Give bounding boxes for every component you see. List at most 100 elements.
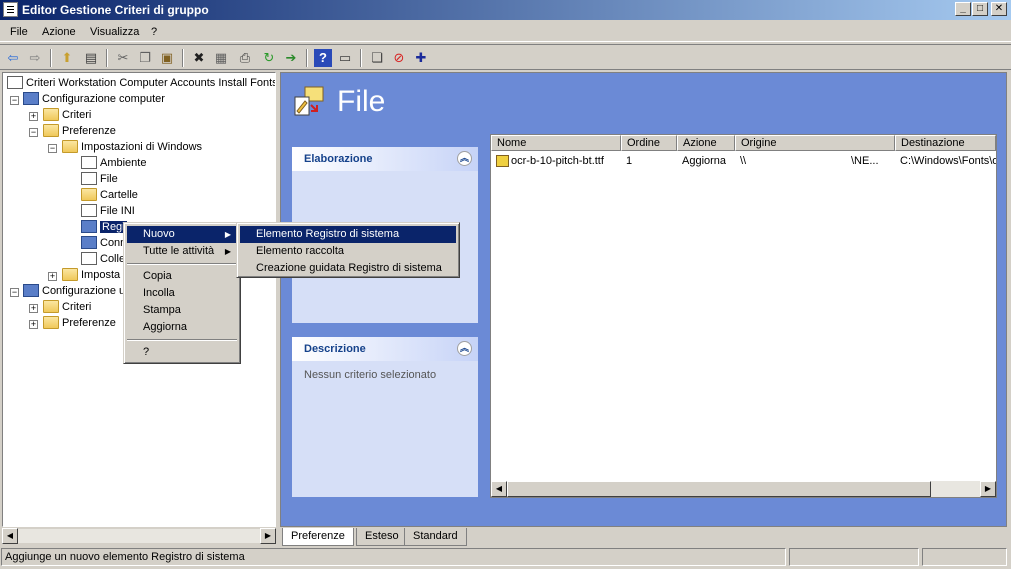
control-panel-icon — [62, 267, 78, 281]
tree-file[interactable]: File — [81, 171, 118, 187]
maximize-button[interactable]: □ — [972, 2, 988, 16]
expand-toggle[interactable]: + — [29, 112, 38, 121]
elaborazione-header[interactable]: Elaborazione ︽ — [292, 147, 478, 171]
toolbar-separator — [106, 49, 108, 67]
help-icon[interactable]: ? — [314, 49, 332, 67]
folder-icon — [43, 299, 59, 313]
export-icon[interactable]: ➔ — [282, 49, 300, 67]
menu-item-help[interactable]: ? — [127, 344, 237, 361]
back-icon[interactable]: ⇦ — [4, 49, 22, 67]
tree-criteri[interactable]: Criteri — [43, 107, 91, 123]
column-destinazione[interactable]: Destinazione — [895, 135, 996, 151]
expand-toggle[interactable]: + — [29, 304, 38, 313]
forward-icon[interactable]: ⇨ — [26, 49, 44, 67]
menu-item-elemento-registro[interactable]: Elemento Registro di sistema — [240, 226, 456, 243]
collapse-toggle[interactable]: − — [29, 128, 38, 137]
menu-item-aggiorna[interactable]: Aggiorna — [127, 319, 237, 336]
menu-item-creazione-guidata[interactable]: Creazione guidata Registro di sistema — [240, 260, 456, 277]
up-icon[interactable]: ⬆ — [58, 49, 76, 67]
scroll-left-button[interactable]: ◀ — [491, 481, 507, 497]
menu-azione[interactable]: Azione — [42, 26, 76, 38]
scroll-right-button[interactable]: ▶ — [980, 481, 996, 497]
minimize-button[interactable]: _ — [955, 2, 971, 16]
tree-ambiente[interactable]: Ambiente — [81, 155, 146, 171]
ini-file-icon — [81, 203, 97, 217]
tree-file-ini[interactable]: File INI — [81, 203, 135, 219]
menu-item-copia[interactable]: Copia — [127, 268, 237, 285]
cut-icon[interactable]: ✂ — [114, 49, 132, 67]
menu-help[interactable]: ? — [151, 26, 157, 38]
status-panel-3 — [922, 548, 1007, 566]
descrizione-text: Nessun criterio selezionato — [304, 369, 437, 381]
toolbar-separator — [306, 49, 308, 67]
close-button[interactable]: ✕ — [991, 2, 1007, 16]
expand-toggle[interactable]: + — [48, 272, 57, 281]
tab-preferenze[interactable]: Preferenze — [282, 528, 354, 546]
column-ordine[interactable]: Ordine — [621, 135, 677, 151]
menu-item-nuovo[interactable]: Nuovo ▶ — [127, 226, 237, 243]
stop-icon[interactable]: ⊘ — [390, 49, 408, 67]
tab-standard[interactable]: Standard — [404, 528, 467, 546]
file-preferences-icon — [294, 86, 324, 116]
view-tabs: Preferenze Esteso Standard — [280, 528, 1007, 546]
delete-icon[interactable]: ✖ — [190, 49, 208, 67]
collapse-toggle[interactable]: − — [48, 144, 57, 153]
list-horizontal-scrollbar[interactable]: ◀ ▶ — [491, 481, 996, 497]
context-menu: Nuovo ▶ Tutte le attività ▶ Copia Incolla … — [123, 222, 241, 364]
column-origine[interactable]: Origine — [735, 135, 895, 151]
status-panel-2 — [789, 548, 919, 566]
refresh-icon[interactable]: ↻ — [260, 49, 278, 67]
menu-item-elemento-raccolta[interactable]: Elemento raccolta — [240, 243, 456, 260]
menu-item-incolla[interactable]: Incolla — [127, 285, 237, 302]
submenu-arrow-icon: ▶ — [224, 247, 231, 256]
tree-connessioni[interactable]: Conn — [81, 235, 126, 251]
tree-preferenze[interactable]: Preferenze — [43, 123, 116, 139]
tree-user-criteri[interactable]: Criteri — [43, 299, 91, 315]
menu-file[interactable]: File — [10, 26, 28, 38]
print-icon[interactable]: ⎙ — [236, 49, 254, 67]
collapse-toggle[interactable]: − — [10, 288, 19, 297]
copy-icon[interactable]: ❐ — [136, 49, 154, 67]
submenu-nuovo: Elemento Registro di sistema Elemento ra… — [236, 222, 460, 278]
tree-collegamenti[interactable]: Colle — [81, 251, 125, 267]
console-icon[interactable]: ▭ — [336, 49, 354, 67]
folder-icon — [43, 315, 59, 329]
title-bar: Editor Gestione Criteri di gruppo _ □ ✕ — [0, 0, 1011, 20]
menu-bar: File Azione Visualizza ? — [0, 22, 1011, 42]
details-pane: File Elaborazione ︽ Descrizione ︽ Nessun… — [280, 72, 1007, 527]
scroll-left-button[interactable]: ◀ — [2, 528, 18, 544]
tree-impostazioni-pannello[interactable]: Imposta — [62, 267, 120, 283]
shortcut-icon — [81, 251, 97, 265]
tab-esteso[interactable]: Esteso — [356, 528, 408, 546]
tree-computer-config[interactable]: Configurazione computer — [23, 91, 165, 107]
pane-title: File — [337, 85, 386, 118]
collapse-icon[interactable]: ︽ — [457, 341, 472, 356]
menu-visualizza[interactable]: Visualizza — [90, 26, 139, 38]
tree-user-config[interactable]: Configurazione u — [23, 283, 125, 299]
cell-destinazione: C:\Windows\Fonts\o — [900, 155, 996, 167]
descrizione-header[interactable]: Descrizione ︽ — [292, 337, 478, 361]
new-icon[interactable]: ❏ — [368, 49, 386, 67]
tree-horizontal-scrollbar[interactable]: ◀ ▶ — [2, 528, 276, 544]
collapse-toggle[interactable]: − — [10, 96, 19, 105]
list-header: Nome Ordine Azione Origine Destinazione — [491, 135, 996, 151]
show-tree-icon[interactable]: ▤ — [82, 49, 100, 67]
column-nome[interactable]: Nome — [491, 135, 621, 151]
properties-icon[interactable]: ▦ — [212, 49, 230, 67]
add-icon[interactable]: ✚ — [412, 49, 430, 67]
tree-user-preferenze[interactable]: Preferenze — [43, 315, 116, 331]
tree-impostazioni-windows[interactable]: Impostazioni di Windows — [62, 139, 202, 155]
paste-icon[interactable]: ▣ — [158, 49, 176, 67]
collapse-icon[interactable]: ︽ — [457, 151, 472, 166]
toolbar-separator — [182, 49, 184, 67]
scroll-thumb[interactable] — [507, 481, 931, 497]
tree-root[interactable]: Criteri Workstation Computer Accounts In… — [7, 75, 275, 91]
tree-cartelle[interactable]: Cartelle — [81, 187, 138, 203]
descrizione-panel: Descrizione ︽ Nessun criterio selezionat… — [292, 337, 478, 497]
expand-toggle[interactable]: + — [29, 320, 38, 329]
menu-item-tutte-attivita[interactable]: Tutte le attività ▶ — [127, 243, 237, 260]
scroll-right-button[interactable]: ▶ — [260, 528, 276, 544]
column-azione[interactable]: Azione — [677, 135, 735, 151]
menu-item-stampa[interactable]: Stampa — [127, 302, 237, 319]
tree-registro[interactable]: Regi — [81, 219, 127, 235]
